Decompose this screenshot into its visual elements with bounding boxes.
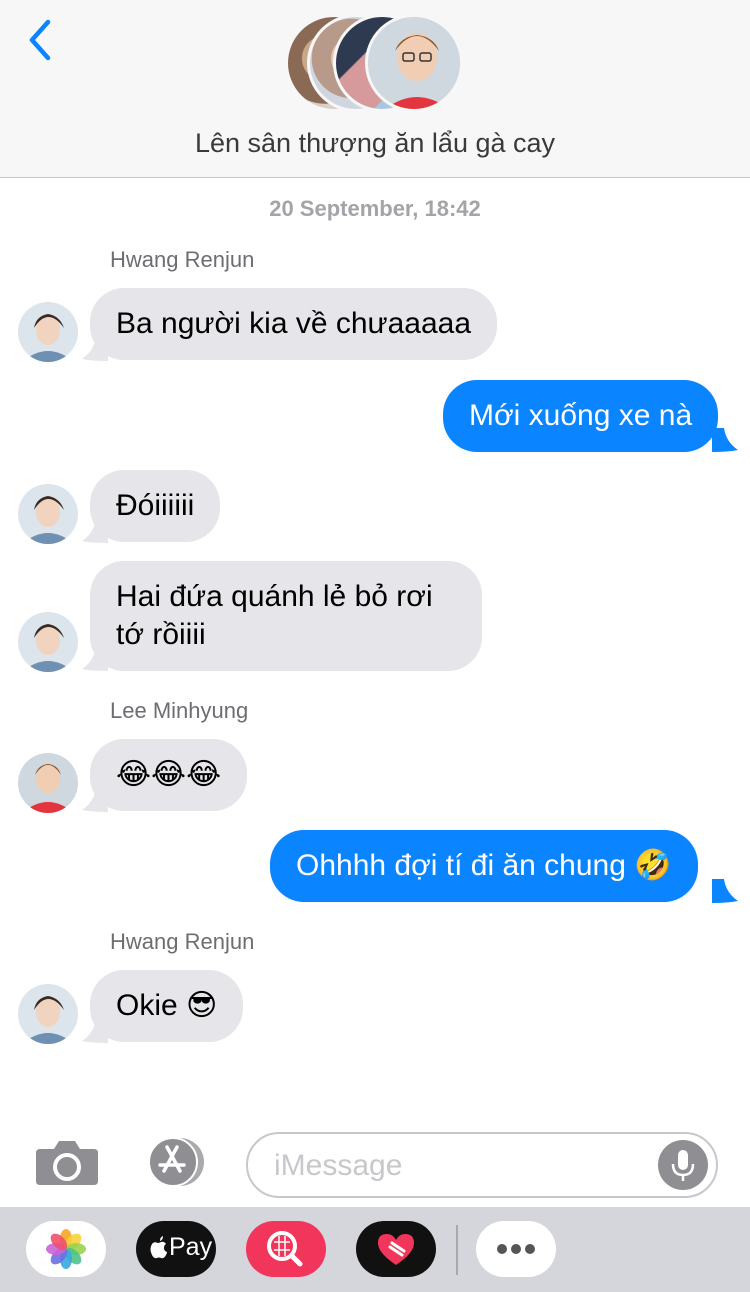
message-line: tớ rồiiii (116, 618, 206, 651)
bubble-tail (712, 428, 738, 452)
imessage-input[interactable]: iMessage (246, 1132, 718, 1198)
bubble-tail (82, 1019, 108, 1043)
group-avatars[interactable] (285, 14, 470, 114)
incoming-message[interactable]: Đóiiiiii (90, 470, 221, 542)
avatar-hwang-renjun[interactable] (18, 612, 78, 672)
message-timestamp: 20 September, 18:42 (269, 196, 481, 221)
avatar-hwang-renjun[interactable] (18, 484, 78, 544)
app-store-button[interactable] (140, 1137, 212, 1187)
search-gif-icon (267, 1231, 303, 1267)
outgoing-message[interactable]: Mới xuống xe nà (443, 380, 719, 452)
outgoing-message[interactable]: Ohhhh đợi tí đi ăn chung 🤣 (270, 830, 698, 902)
app-store-icon (148, 1137, 204, 1187)
back-button[interactable] (22, 16, 62, 66)
app-drawer: Pay (0, 1207, 750, 1292)
bubble-tail (82, 788, 108, 812)
sender-name: Lee Minhyung (110, 698, 249, 723)
digital-touch-icon (378, 1234, 414, 1265)
avatar-lee-minhyung[interactable] (18, 753, 78, 813)
photos-icon (46, 1229, 86, 1269)
digital-touch-app[interactable] (356, 1221, 436, 1277)
avatar-hwang-renjun[interactable] (18, 302, 78, 362)
incoming-message[interactable]: Okie 😎 (90, 970, 244, 1042)
more-icon (497, 1244, 535, 1254)
bubble-tail (82, 519, 108, 543)
microphone-button[interactable] (658, 1140, 708, 1190)
avatar-hwang-renjun[interactable] (18, 984, 78, 1044)
bubble-tail (82, 337, 108, 361)
message-line: Hai đứa quánh lẻ bỏ rơi (116, 580, 433, 613)
photos-app[interactable] (26, 1221, 106, 1277)
search-gif-app[interactable] (246, 1221, 326, 1277)
incoming-message[interactable]: 😂😂😂 (90, 739, 248, 811)
message-composer: iMessage (0, 1115, 750, 1207)
camera-button[interactable] (34, 1137, 100, 1187)
more-apps-button[interactable] (476, 1221, 556, 1277)
apple-pay-label: Pay (169, 1233, 213, 1261)
conversation-title[interactable]: Lên sân thượng ăn lẩu gà cay (0, 128, 750, 159)
apple-pay-app[interactable]: Pay (136, 1221, 216, 1277)
incoming-message[interactable]: Ba người kia về chưaaaaa (90, 288, 498, 360)
input-placeholder: iMessage (274, 1149, 403, 1182)
sender-name: Hwang Renjun (110, 929, 255, 954)
bubble-tail (712, 879, 738, 903)
camera-icon (36, 1141, 98, 1185)
sender-name: Hwang Renjun (110, 247, 255, 272)
drawer-divider (456, 1225, 458, 1275)
conversation-header: Lên sân thượng ăn lẩu gà cay (0, 0, 750, 178)
chevron-left-icon (29, 19, 51, 61)
group-avatar-4 (365, 14, 463, 112)
microphone-icon (671, 1150, 695, 1181)
bubble-tail (82, 647, 108, 671)
incoming-message[interactable]: Hai đứa quánh lẻ bỏ rơi tớ rồiiii (90, 561, 482, 671)
